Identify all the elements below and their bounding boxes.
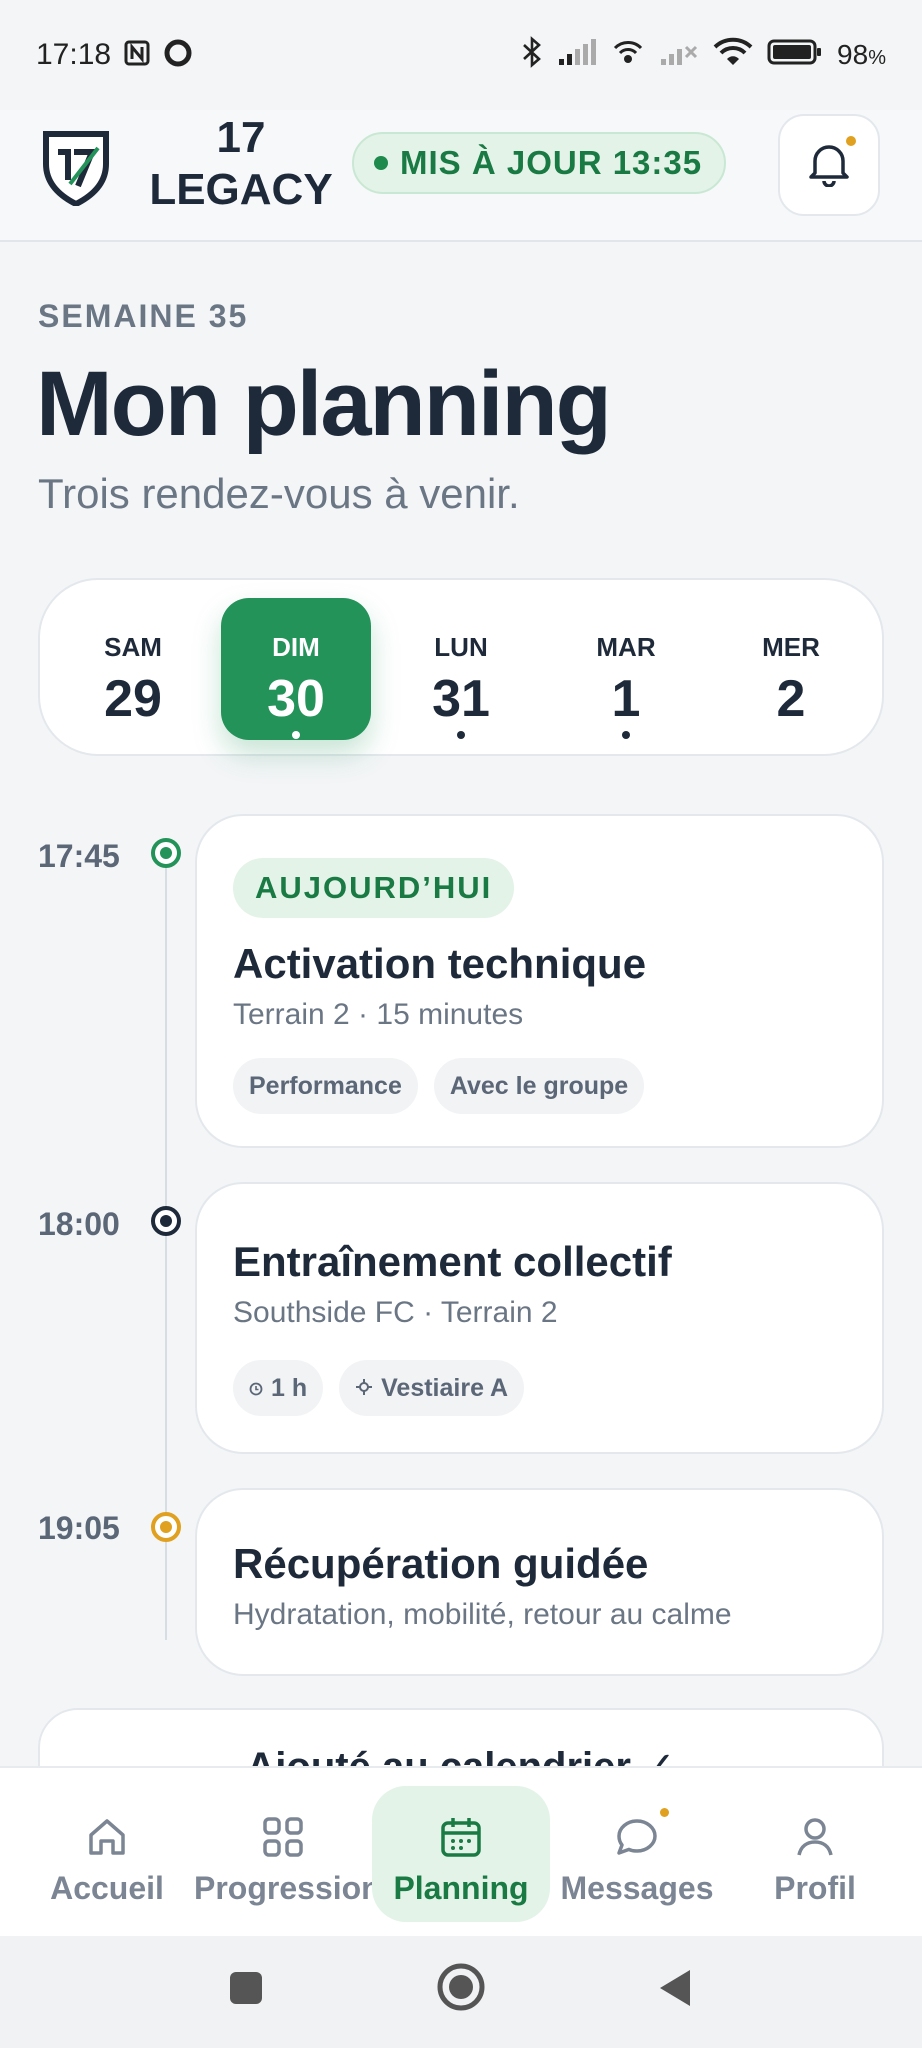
event-title: Entraînement collectif (233, 1238, 672, 1285)
page-subtitle: Trois rendez-vous à venir. (38, 470, 520, 517)
nav-planning[interactable]: Planning (372, 1786, 550, 1922)
event-title: Activation technique (233, 940, 647, 987)
back-button[interactable] (654, 1966, 694, 2015)
sync-dot-icon (374, 156, 388, 170)
event-time: 18:00 (38, 1206, 120, 1242)
location-chip: Vestiaire A (339, 1360, 525, 1416)
event-time: 17:45 (38, 838, 120, 874)
day-wed-2[interactable]: MER 2 (716, 598, 866, 740)
day-selector: SAM 29 DIM 30 LUN 31 MAR 1 MER 2 (38, 578, 884, 756)
timeline-marker-icon (151, 1206, 181, 1236)
system-nav-bar (0, 1936, 922, 2048)
bottom-nav: Accueil Progression Planning Messages Pr… (0, 1766, 922, 1936)
event-card-recuperation[interactable]: Récupération guidée Hydratation, mobilit… (195, 1488, 884, 1676)
home-button[interactable] (436, 1962, 486, 2017)
tag-chip: Avec le groupe (433, 1058, 645, 1114)
event-title: Récupération guidée (233, 1540, 649, 1587)
clock-icon (249, 1374, 263, 1403)
nav-messages[interactable]: Messages (548, 1786, 726, 1922)
recents-button[interactable] (226, 1966, 266, 2011)
wifi-icon (713, 37, 753, 74)
event-dot (457, 731, 465, 739)
event-dot (622, 731, 630, 739)
page-title: Mon planning (36, 353, 612, 455)
status-bar: 17:18 98% (0, 0, 922, 110)
today-badge: AUJOURD’HUI (233, 858, 515, 918)
status-time: 17:18 (36, 38, 112, 71)
unread-dot (846, 136, 856, 146)
event-card-entrainement[interactable]: Entraînement collectif Southside FC · Te… (195, 1182, 884, 1454)
day-sat-29[interactable]: SAM 29 (58, 598, 208, 740)
hotspot-icon (611, 36, 645, 75)
app-header: 17 LEGACY MIS À JOUR 13:35 (0, 110, 922, 242)
event-tags: 1 h Vestiaire A (233, 1360, 525, 1416)
battery-icon (767, 38, 823, 73)
timeline-marker-icon (151, 1512, 181, 1542)
day-tue-1[interactable]: MAR 1 (551, 598, 701, 740)
day-sun-30[interactable]: DIM 30 (221, 598, 371, 740)
record-icon (163, 38, 193, 73)
sync-status-badge: MIS À JOUR 13:35 (352, 132, 727, 194)
event-card-activation[interactable]: AUJOURD’HUI Activation technique Terrain… (195, 814, 884, 1148)
event-dot (292, 731, 300, 739)
grid-icon (194, 1808, 372, 1866)
event-subtitle: Terrain 2 · 15 minutes (233, 998, 524, 1031)
nav-progression[interactable]: Progression (194, 1786, 381, 1922)
duration-chip: 1 h (233, 1360, 324, 1416)
calendar-icon (372, 1808, 550, 1866)
signal-off-icon (659, 37, 699, 74)
event-tags: Performance Avec le groupe (233, 1058, 645, 1114)
signal-icon (557, 37, 597, 74)
nav-profil[interactable]: Profil (726, 1786, 904, 1922)
bell-icon (807, 139, 851, 192)
timeline-marker-icon (151, 838, 181, 868)
tag-chip: Performance (233, 1058, 418, 1114)
location-icon (355, 1374, 373, 1403)
bluetooth-icon (521, 35, 543, 75)
event-subtitle: Hydratation, mobilité, retour au calme (233, 1598, 732, 1631)
event-time: 19:05 (38, 1510, 120, 1546)
user-icon (726, 1808, 904, 1866)
team-logo (40, 126, 112, 208)
day-mon-31[interactable]: LUN 31 (386, 598, 536, 740)
notifications-button[interactable] (778, 114, 880, 216)
battery-level: 98% (837, 39, 886, 70)
brand-name: 17 LEGACY (149, 113, 333, 214)
chat-icon (548, 1808, 726, 1866)
home-icon (18, 1808, 196, 1866)
unread-dot (660, 1808, 669, 1817)
week-label: SEMAINE 35 (38, 298, 249, 334)
nav-accueil[interactable]: Accueil (18, 1786, 196, 1922)
nfc-icon (123, 39, 151, 72)
event-subtitle: Southside FC · Terrain 2 (233, 1296, 558, 1329)
